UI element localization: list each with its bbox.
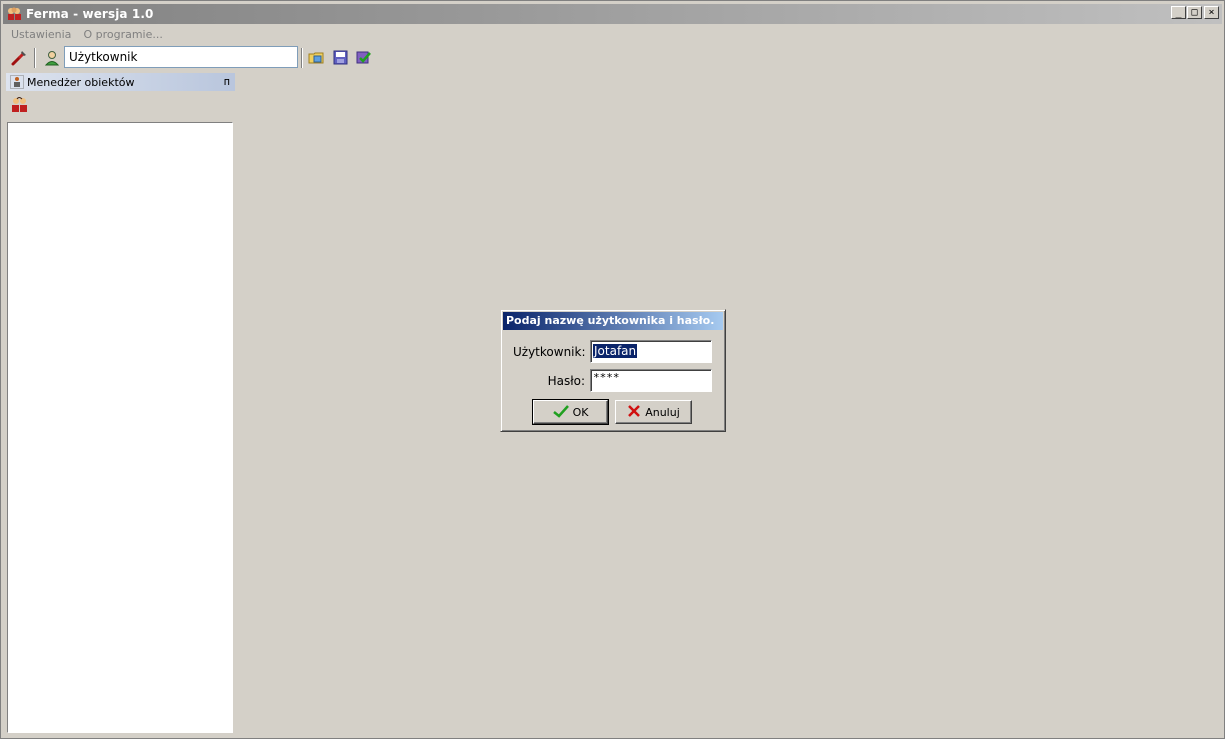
panel-header: Menedżer obiektów ᴨ <box>6 73 235 91</box>
title-bar[interactable]: Ferma - wersja 1.0 _ □ × <box>3 4 1222 24</box>
panel-title: Menedżer obiektów <box>27 75 135 89</box>
menu-bar: Ustawienia O programie... <box>5 25 169 43</box>
username-value: Jotafan <box>593 344 638 358</box>
users-icon[interactable] <box>11 96 29 114</box>
toolbar-separator <box>301 48 303 68</box>
menu-item-about[interactable]: O programie... <box>77 28 168 41</box>
minimize-button[interactable]: _ <box>1171 6 1186 19</box>
app-icon <box>7 7 23 21</box>
save-icon[interactable] <box>332 49 350 67</box>
cancel-button[interactable]: Anuluj <box>615 400 692 424</box>
main-window: Ferma - wersja 1.0 _ □ × Ustawienia O pr… <box>0 0 1225 739</box>
close-button[interactable]: × <box>1204 6 1219 19</box>
login-dialog: Podaj nazwę użytkownika i hasło. Użytkow… <box>500 309 726 432</box>
user-field[interactable]: Użytkownik <box>64 46 298 68</box>
username-field[interactable]: Jotafan <box>590 340 712 363</box>
window-controls: _ □ × <box>1170 6 1219 19</box>
pin-icon[interactable]: ᴨ <box>224 75 230 88</box>
save-check-icon[interactable] <box>355 49 373 67</box>
object-list[interactable] <box>7 122 233 733</box>
password-value: **** <box>593 371 620 384</box>
ok-label: OK <box>572 405 589 419</box>
object-manager-icon <box>10 75 24 89</box>
user-icon[interactable] <box>43 49 61 67</box>
username-label: Użytkownik: <box>513 345 586 359</box>
ok-button[interactable]: OK <box>532 399 609 425</box>
object-manager-panel: Menedżer obiektów ᴨ <box>6 73 235 735</box>
wrench-icon[interactable] <box>10 49 28 67</box>
panel-toolbar <box>6 91 235 121</box>
password-label: Hasło: <box>547 374 585 388</box>
dialog-title: Podaj nazwę użytkownika i hasło. <box>503 312 723 330</box>
cancel-label: Anuluj <box>645 405 680 419</box>
maximize-button[interactable]: □ <box>1187 6 1202 19</box>
check-icon <box>552 404 569 421</box>
menu-item-settings[interactable]: Ustawienia <box>5 28 77 41</box>
window-title: Ferma - wersja 1.0 <box>26 7 154 21</box>
toolbar: Użytkownik <box>5 45 1220 71</box>
toolbar-separator <box>34 48 36 68</box>
open-folder-icon[interactable] <box>308 49 326 67</box>
password-field[interactable]: **** <box>590 369 712 392</box>
cross-icon <box>627 404 641 421</box>
